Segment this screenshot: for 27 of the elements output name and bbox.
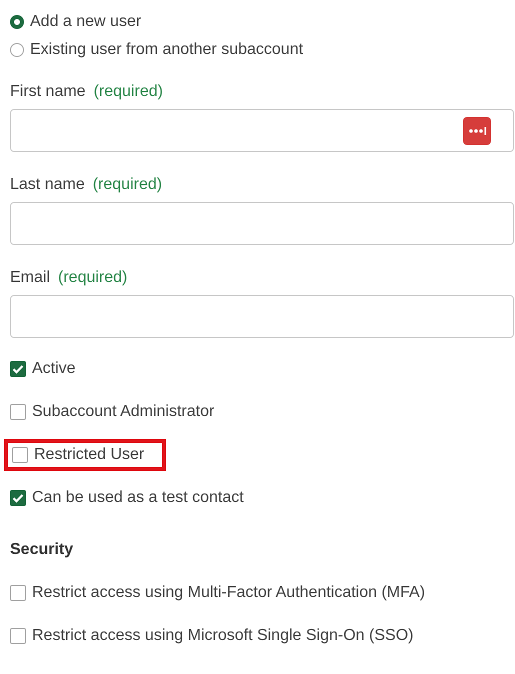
required-hint: (required): [58, 269, 128, 287]
checkbox[interactable]: [10, 585, 26, 601]
checkbox[interactable]: [10, 490, 26, 506]
section-heading: Security: [10, 541, 74, 559]
checkbox[interactable]: [10, 628, 26, 644]
required-hint: (required): [92, 176, 162, 194]
checkbox-label: Subaccount Administrator: [32, 403, 214, 421]
field-label: Last name: [10, 176, 85, 194]
input-field[interactable]: [10, 202, 514, 245]
radio-button[interactable]: [10, 43, 24, 57]
field-label: Email: [10, 269, 50, 287]
radio-button[interactable]: [10, 15, 24, 29]
checkbox-label: Restrict access using Microsoft Single Sign-On (SSO): [32, 627, 414, 645]
checkbox-label: Restricted User: [34, 446, 144, 464]
password-manager-icon[interactable]: [463, 116, 491, 144]
field-label: First name: [10, 83, 86, 101]
checkbox[interactable]: [10, 361, 26, 377]
checkbox-label: Restrict access using Multi-Factor Authentication (MFA): [32, 584, 426, 602]
checkbox[interactable]: [12, 447, 28, 463]
radio-label: Add a new user: [30, 13, 142, 31]
checkbox-label: Active: [32, 360, 76, 378]
checkbox-label: Can be used as a test contact: [32, 489, 244, 507]
checkbox[interactable]: [10, 404, 26, 420]
input-field[interactable]: [10, 295, 514, 338]
input-field[interactable]: [10, 109, 514, 152]
radio-label: Existing user from another subaccount: [30, 41, 304, 59]
required-hint: (required): [94, 83, 163, 101]
